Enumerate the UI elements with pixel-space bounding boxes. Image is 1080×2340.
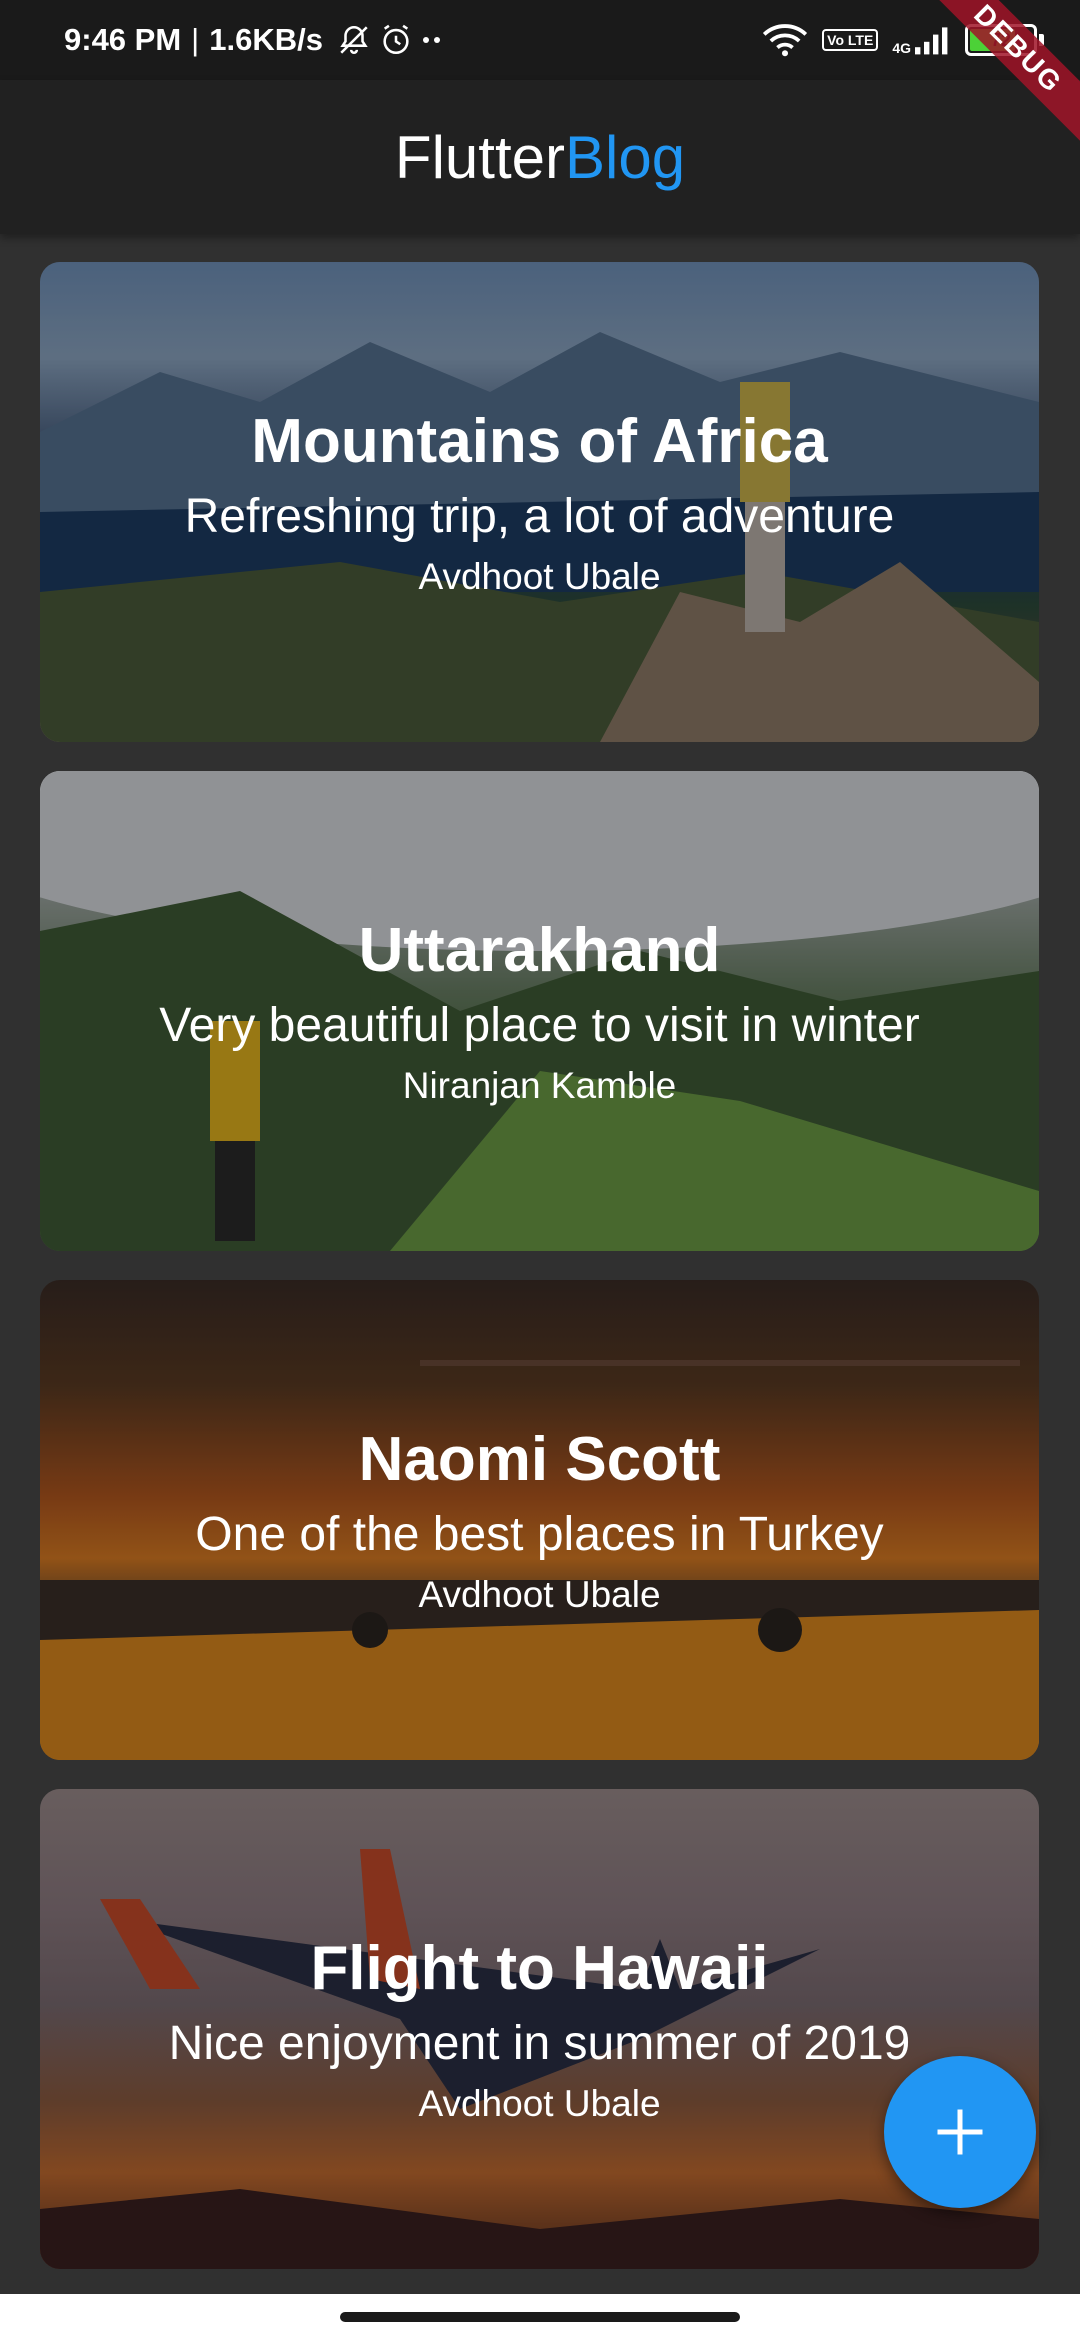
status-left: 9:46 PM | 1.6KB/s (64, 22, 443, 58)
app-bar: FlutterBlog (0, 80, 1080, 234)
app-title: FlutterBlog (395, 123, 685, 192)
blog-list[interactable]: Mountains of Africa Refreshing trip, a l… (0, 234, 1080, 2294)
bell-off-icon (340, 25, 368, 54)
home-gesture-handle[interactable] (340, 2312, 740, 2322)
wifi-icon (763, 24, 808, 57)
screen: 9:46 PM | 1.6KB/s Vo LTE 4G DEBUG Flutte… (0, 0, 1080, 2340)
card-description: Nice enjoyment in summer of 2019 (168, 2017, 911, 2070)
more-dots-icon (422, 37, 440, 43)
system-nav-bar (0, 2294, 1080, 2340)
card-title: Flight to Hawaii (310, 1934, 769, 2003)
blog-card[interactable]: Naomi Scott One of the best places in Tu… (40, 1280, 1039, 1760)
card-description: One of the best places in Turkey (195, 1508, 884, 1561)
card-author: Avdhoot Ubale (418, 556, 661, 597)
volte-badge: Vo LTE (822, 29, 879, 51)
status-bar: 9:46 PM | 1.6KB/s Vo LTE 4G (0, 0, 1080, 80)
network-type: 4G (892, 40, 911, 56)
card-title: Mountains of Africa (251, 407, 828, 476)
add-post-button[interactable] (884, 2056, 1036, 2208)
blog-card[interactable]: Mountains of Africa Refreshing trip, a l… (40, 262, 1039, 742)
signal-icon (915, 27, 948, 55)
alarm-icon (383, 24, 409, 55)
status-net-speed: 1.6KB/s (209, 22, 323, 57)
card-description: Refreshing trip, a lot of adventure (184, 490, 895, 543)
card-author: Avdhoot Ubale (418, 1574, 661, 1615)
blog-card[interactable]: Flight to Hawaii Nice enjoyment in summe… (40, 1789, 1039, 2269)
card-title: Naomi Scott (358, 1425, 721, 1494)
status-icons-left (337, 23, 443, 57)
status-time: 9:46 PM (64, 22, 182, 57)
card-title: Uttarakhand (358, 916, 721, 985)
plus-icon (937, 2109, 983, 2155)
app-title-part1: Flutter (394, 123, 565, 191)
status-separator: | (191, 22, 200, 57)
app-title-part2: Blog (564, 123, 686, 191)
signal-group: 4G (892, 25, 951, 55)
card-author: Avdhoot Ubale (418, 2083, 661, 2124)
blog-card[interactable]: Uttarakhand Very beautiful place to visi… (40, 771, 1039, 1251)
card-description: Very beautiful place to visit in winter (159, 999, 920, 1052)
card-author: Niranjan Kamble (402, 1065, 677, 1106)
